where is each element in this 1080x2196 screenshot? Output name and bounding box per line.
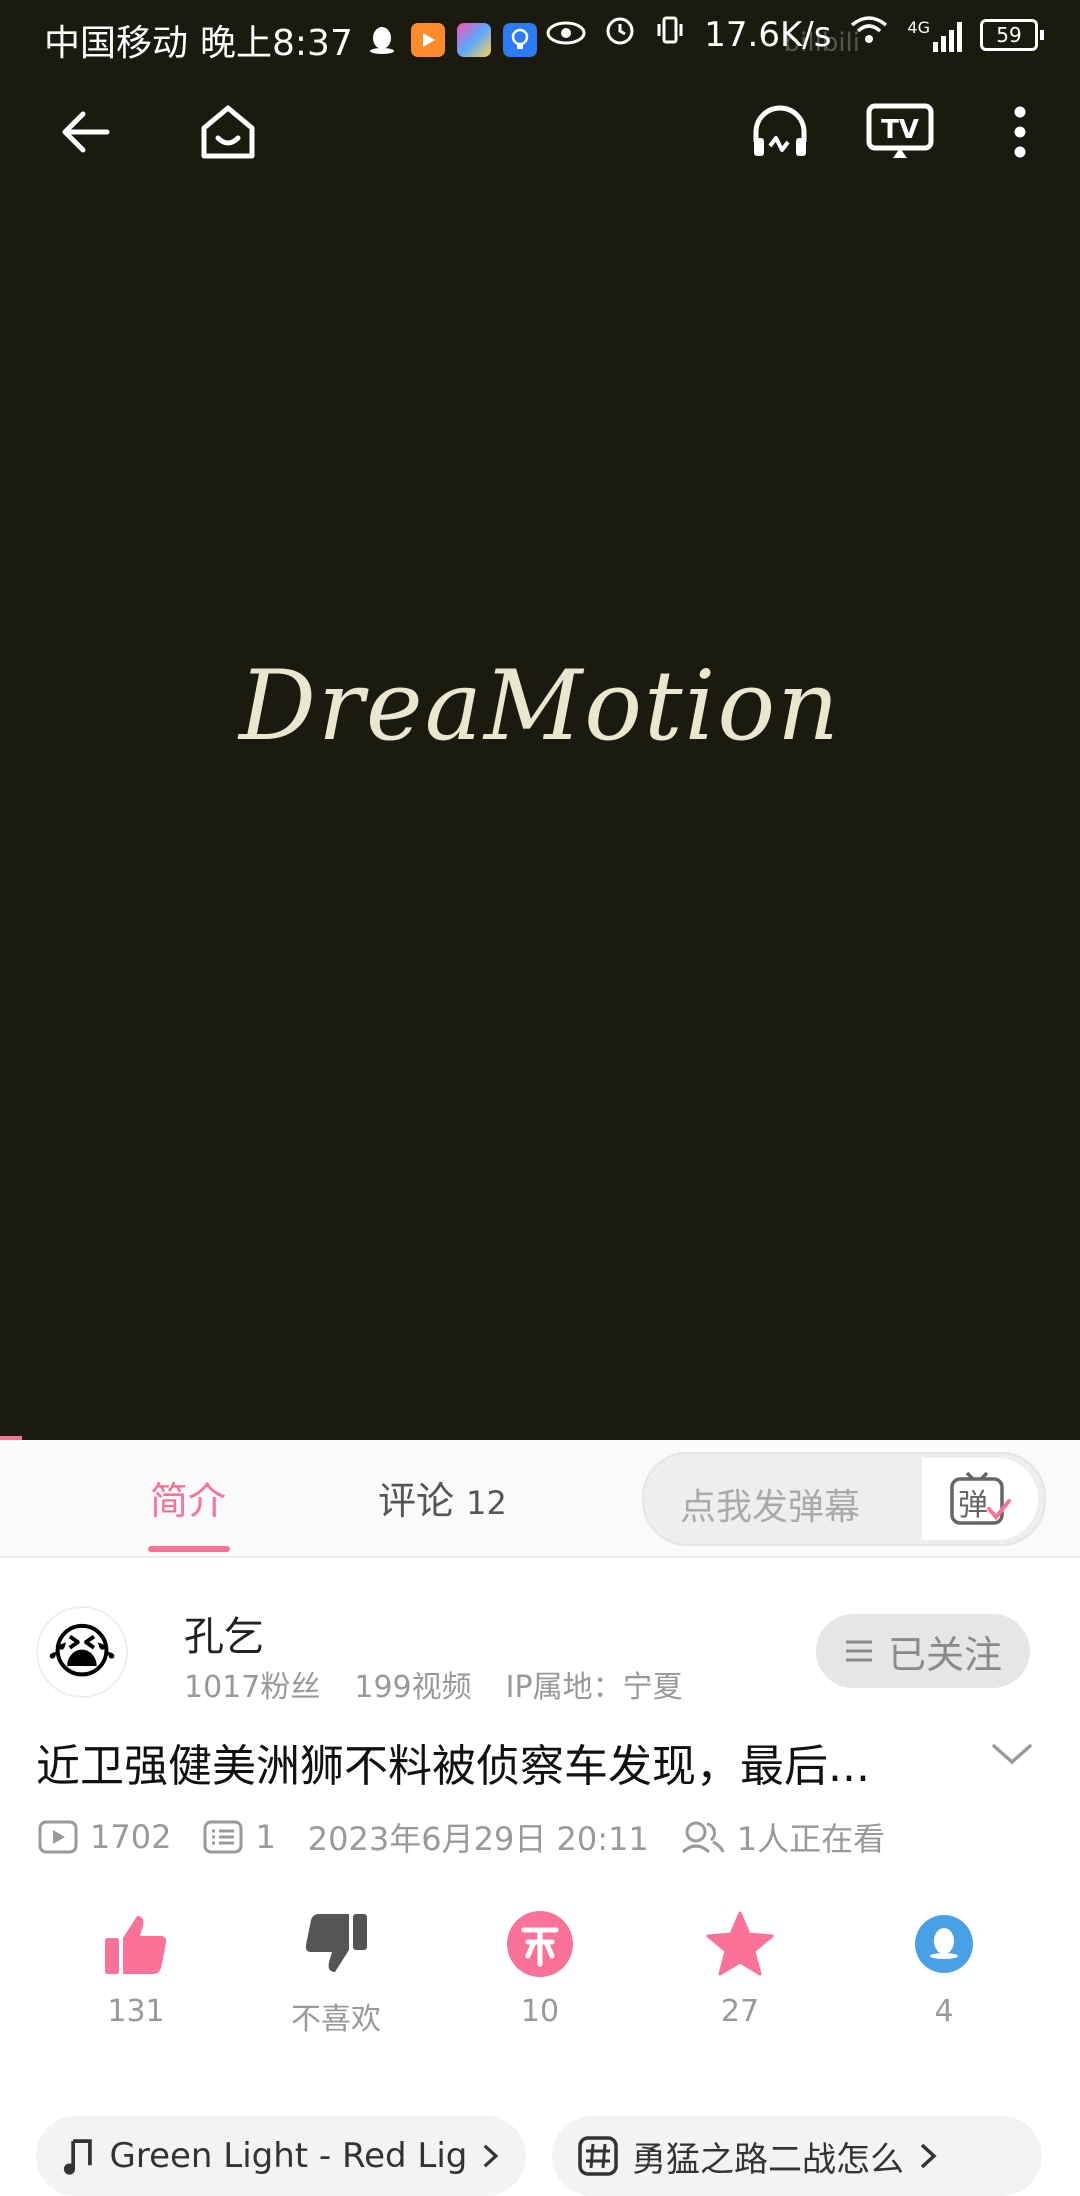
video-count: 199视频	[354, 1670, 472, 1705]
coin-icon	[507, 1911, 573, 1977]
danmaku-input[interactable]: 点我发弹幕 弹	[642, 1452, 1046, 1546]
svg-text:TV: TV	[881, 115, 919, 145]
qq-share-icon	[915, 1915, 973, 1973]
danmaku-count-icon	[203, 1820, 243, 1854]
coin-count: 10	[520, 1994, 560, 2029]
coin-button[interactable]: 10	[460, 1908, 620, 2029]
qq-notification-icon	[365, 23, 399, 57]
chevron-right-icon	[484, 2144, 499, 2168]
publish-date: 2023年6月29日 20:11	[307, 1820, 649, 1858]
status-bar: 中国移动 晚上8:37 17.6K/s 4G 59	[0, 0, 1080, 72]
watching-count: 1人正在看	[736, 1820, 886, 1858]
share-count: 4	[934, 1994, 954, 2029]
tv-cast-icon: TV	[866, 103, 934, 158]
cast-tv-button[interactable]: TV	[860, 92, 940, 172]
follow-button-label: 已关注	[887, 1632, 1002, 1677]
watching-users-icon	[681, 1821, 725, 1854]
like-count: 131	[107, 1994, 165, 2029]
active-tab-indicator	[148, 1546, 230, 1552]
danmaku-button-label: 弹	[958, 1488, 988, 1523]
eye-icon	[546, 14, 586, 55]
favorite-count: 27	[720, 1994, 760, 2029]
time-label: 晚上8:37	[200, 23, 353, 64]
bulb-notification-icon	[502, 23, 537, 57]
video-title[interactable]: 近卫强健美洲狮不料被侦察车发现，最后...	[36, 1730, 870, 1794]
uploader-name[interactable]: 孔乞	[184, 1604, 264, 1662]
home-button[interactable]	[188, 92, 268, 172]
tab-intro[interactable]: 简介	[150, 1470, 226, 1525]
follow-button[interactable]: 已关注	[816, 1614, 1030, 1688]
menu-lines-icon	[845, 1640, 872, 1662]
tab-comments-label: 评论	[378, 1479, 455, 1523]
thumbs-down-icon	[305, 1914, 367, 1972]
uploader-meta: 1017粉丝 199视频 IP属地：宁夏	[184, 1662, 683, 1706]
wifi-icon	[849, 14, 889, 55]
play-count-icon	[38, 1820, 78, 1854]
ip-location: IP属地：宁夏	[505, 1670, 683, 1705]
chevron-down-icon	[992, 1744, 1032, 1765]
music-note-icon	[63, 2139, 92, 2175]
music-chip-label: Green Light - Red Lig	[109, 2136, 468, 2176]
like-button[interactable]: 131	[56, 1908, 216, 2029]
topic-chip-label: 勇猛之路二战怎么	[632, 2139, 904, 2180]
audio-mode-button[interactable]	[740, 92, 820, 172]
content-tabs: 简介 评论 12 点我发弹幕 弹	[0, 1440, 1080, 1558]
arrow-left-icon	[62, 111, 110, 153]
more-vertical-icon	[1014, 106, 1026, 158]
thumbs-up-icon	[105, 1916, 167, 1974]
video-app-notification-icon	[410, 23, 445, 57]
battery-icon: 59	[980, 18, 1044, 51]
star-icon	[706, 1911, 774, 1976]
fans-count: 1017粉丝	[184, 1670, 321, 1705]
danmaku-count: 1	[255, 1818, 276, 1856]
app-notification-icon	[456, 23, 491, 57]
alarm-icon	[604, 14, 636, 55]
back-button[interactable]	[44, 92, 124, 172]
uploader-avatar[interactable]: 😭	[36, 1606, 128, 1698]
more-options-button[interactable]	[980, 92, 1060, 172]
network-type: 4G	[907, 17, 930, 37]
topic-chip[interactable]: 勇猛之路二战怎么	[552, 2116, 1042, 2196]
cell-signal-icon: 4G	[907, 18, 962, 52]
expand-description-button[interactable]	[990, 1740, 1034, 1772]
headphones-icon	[753, 105, 807, 156]
topic-hash-icon	[578, 2136, 618, 2176]
player-top-bar: TV	[0, 92, 1080, 182]
vibrate-icon	[654, 14, 686, 55]
home-icon	[201, 105, 255, 159]
danmaku-toggle-button[interactable]: 弹	[922, 1458, 1038, 1540]
danmaku-placeholder: 点我发弹幕	[680, 1487, 861, 1528]
network-speed: 17.6K/s	[704, 14, 832, 55]
favorite-button[interactable]: 27	[660, 1908, 820, 2029]
video-frame-title-art: DreaMotion	[239, 650, 841, 762]
video-stats: 1702 1 2023年6月29日 20:11 1人正在看	[38, 1814, 907, 1860]
play-count: 1702	[90, 1818, 172, 1856]
chevron-right-icon	[920, 2143, 937, 2169]
tab-comments-count: 12	[466, 1484, 507, 1522]
carrier-label: 中国移动	[44, 23, 189, 64]
dislike-button[interactable]: 不喜欢	[256, 1908, 416, 2038]
dislike-label: 不喜欢	[291, 2002, 381, 2037]
tab-comments[interactable]: 评论 12	[378, 1470, 507, 1525]
battery-level: 59	[980, 18, 1038, 51]
share-qq-button[interactable]: 4	[864, 1908, 1024, 2029]
music-chip[interactable]: Green Light - Red Lig	[36, 2116, 526, 2196]
video-player[interactable]: DreaMotion bilibili	[0, 0, 1080, 1440]
